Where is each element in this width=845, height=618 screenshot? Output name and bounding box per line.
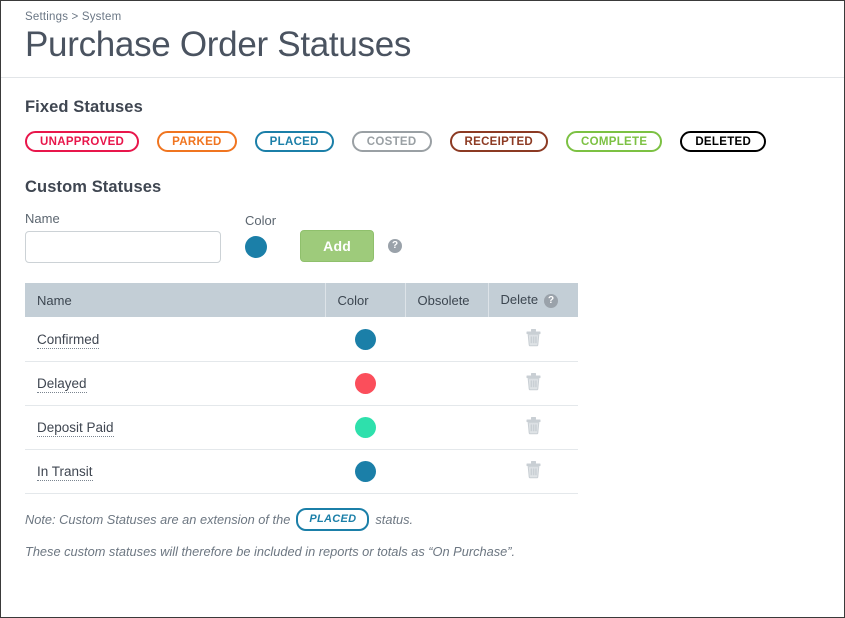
fixed-status-pill: COMPLETE <box>566 131 662 152</box>
status-color-dot[interactable] <box>355 373 376 394</box>
fixed-status-pill: UNAPPROVED <box>25 131 139 152</box>
fixed-statuses-heading: Fixed Statuses <box>25 98 820 117</box>
page-content: Fixed Statuses UNAPPROVED PARKED PLACED COS… <box>1 78 844 559</box>
table-row: Confirmed <box>25 317 578 361</box>
fixed-status-pill: PARKED <box>157 131 237 152</box>
fixed-status-pill: PLACED <box>255 131 334 152</box>
cell-color <box>325 405 405 449</box>
table-row: Deposit Paid <box>25 405 578 449</box>
trash-icon[interactable] <box>525 460 542 479</box>
cell-delete <box>488 405 578 449</box>
page-title: Purchase Order Statuses <box>25 25 844 65</box>
status-name-link[interactable]: Confirmed <box>37 332 99 349</box>
page-header: Settings > System Purchase Order Statuse… <box>1 1 844 65</box>
cell-color <box>325 361 405 405</box>
name-label: Name <box>25 211 221 226</box>
table-row: In Transit <box>25 449 578 493</box>
note-line-1: Note: Custom Statuses are an extension o… <box>25 508 578 531</box>
add-custom-status-form: Name Color Add ? <box>25 211 820 263</box>
color-label: Color <box>245 213 276 228</box>
color-field-group: Color <box>245 213 276 263</box>
column-header-delete[interactable]: Delete? <box>488 283 578 317</box>
trash-icon[interactable] <box>525 328 542 347</box>
table-header-row: Name Color Obsolete Delete? <box>25 283 578 317</box>
fixed-status-pill: COSTED <box>352 131 432 152</box>
breadcrumb[interactable]: Settings > System <box>25 11 844 23</box>
cell-name: Confirmed <box>25 317 325 361</box>
cell-obsolete[interactable] <box>405 405 488 449</box>
cell-delete <box>488 361 578 405</box>
status-color-dot[interactable] <box>355 461 376 482</box>
column-header-delete-label: Delete <box>501 292 539 307</box>
note-text-after: status. <box>375 512 413 527</box>
custom-statuses-heading: Custom Statuses <box>25 178 820 197</box>
cell-name: Delayed <box>25 361 325 405</box>
trash-icon[interactable] <box>525 416 542 435</box>
column-header-color[interactable]: Color <box>325 283 405 317</box>
status-name-input[interactable] <box>25 231 221 263</box>
custom-statuses-table: Name Color Obsolete Delete? Confirmed Del… <box>25 283 578 494</box>
cell-delete <box>488 449 578 493</box>
cell-obsolete[interactable] <box>405 317 488 361</box>
fixed-status-pill: DELETED <box>680 131 766 152</box>
status-name-link[interactable]: Deposit Paid <box>37 420 114 437</box>
cell-obsolete[interactable] <box>405 361 488 405</box>
fixed-status-pill: RECEIPTED <box>450 131 549 152</box>
purchase-order-statuses-page: Settings > System Purchase Order Statuse… <box>0 0 845 618</box>
status-name-link[interactable]: In Transit <box>37 464 93 481</box>
cell-delete <box>488 317 578 361</box>
name-field-group: Name <box>25 211 221 263</box>
column-header-name[interactable]: Name <box>25 283 325 317</box>
cell-color <box>325 449 405 493</box>
note-placed-pill: PLACED <box>296 508 369 531</box>
fixed-statuses-list: UNAPPROVED PARKED PLACED COSTED RECEIPTED COM… <box>25 131 820 152</box>
note-text-before: Note: Custom Statuses are an extension o… <box>25 512 290 527</box>
cell-name: Deposit Paid <box>25 405 325 449</box>
status-color-dot[interactable] <box>355 417 376 438</box>
add-help-icon[interactable]: ? <box>388 239 402 253</box>
delete-help-icon[interactable]: ? <box>544 294 558 308</box>
status-color-dot[interactable] <box>355 329 376 350</box>
trash-icon[interactable] <box>525 372 542 391</box>
status-name-link[interactable]: Delayed <box>37 376 87 393</box>
color-swatch-picker[interactable] <box>245 236 267 258</box>
cell-name: In Transit <box>25 449 325 493</box>
cell-obsolete[interactable] <box>405 449 488 493</box>
column-header-obsolete[interactable]: Obsolete <box>405 283 488 317</box>
notes-block: Note: Custom Statuses are an extension o… <box>25 508 578 559</box>
table-row: Delayed <box>25 361 578 405</box>
cell-color <box>325 317 405 361</box>
add-button[interactable]: Add <box>300 230 374 262</box>
note-line-2: These custom statuses will therefore be … <box>25 544 578 559</box>
